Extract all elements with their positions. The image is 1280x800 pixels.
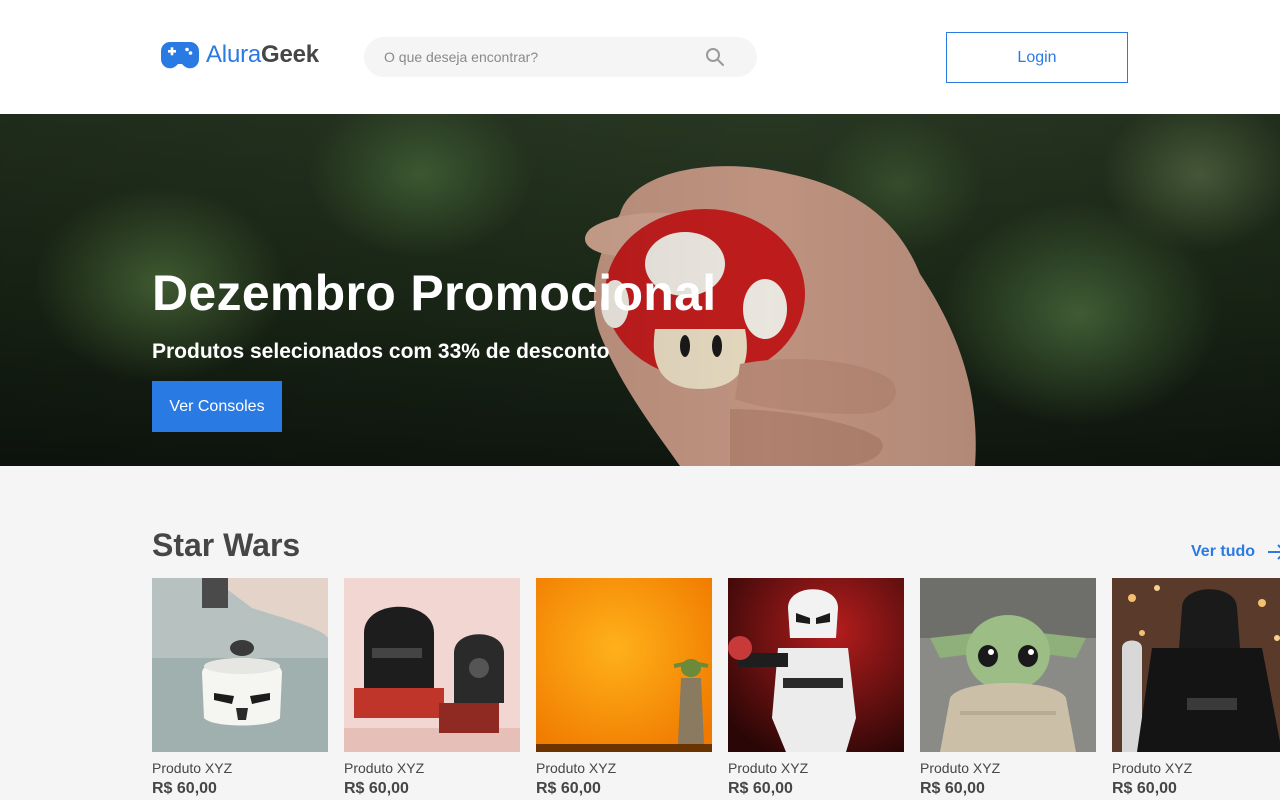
product-card[interactable]: Produto XYZ R$ 60,00 [1112,578,1280,798]
product-price: R$ 60,00 [152,780,217,797]
product-card[interactable]: Produto XYZ R$ 60,00 [152,578,328,798]
product-name: Produto XYZ [728,760,809,776]
see-all-label: Ver tudo [1191,543,1256,560]
product-price: R$ 60,00 [344,780,409,797]
gamepad-icon [160,42,200,69]
section-title: Star Wars [152,527,301,563]
view-consoles-button[interactable]: Ver Consoles [152,381,282,432]
product-image-stormtrooper-figure [728,578,904,752]
product-image-stormtrooper-mug [152,578,328,752]
product-price: R$ 60,00 [1112,780,1177,797]
logo-text: AluraGeek [206,41,319,69]
hero-title: Dezembro Promocional [152,265,717,321]
product-name: Produto XYZ [536,760,617,776]
product-price: R$ 60,00 [920,780,985,797]
search-icon[interactable] [705,47,725,67]
hero-banner: Dezembro Promocional Produtos selecionad… [0,114,1280,466]
logo[interactable]: AluraGeek [160,40,319,70]
site-header: AluraGeek Login [0,0,1280,114]
product-name: Produto XYZ [344,760,425,776]
logo-text-alura: Alura [206,41,262,68]
product-card[interactable]: Produto XYZ R$ 60,00 [920,578,1096,798]
product-price: R$ 60,00 [536,780,601,797]
product-list: Produto XYZ R$ 60,00 Produto XYZ R$ 60,0… [152,578,1280,798]
search-input[interactable] [384,49,737,65]
product-card[interactable]: Produto XYZ R$ 60,00 [536,578,712,798]
product-image-yoda-orange [536,578,712,752]
login-button[interactable]: Login [946,32,1128,83]
product-price: R$ 60,00 [728,780,793,797]
product-card[interactable]: Produto XYZ R$ 60,00 [344,578,520,798]
logo-text-geek: Geek [261,41,319,68]
product-name: Produto XYZ [1112,760,1193,776]
product-name: Produto XYZ [152,760,233,776]
arrow-right-icon [1268,544,1280,560]
product-image-lego-helmets [344,578,520,752]
product-card[interactable]: Produto XYZ R$ 60,00 [728,578,904,798]
see-all-link[interactable]: Ver tudo [1191,543,1280,561]
search-bar [364,37,757,77]
product-image-kylo-ren [1112,578,1280,752]
product-name: Produto XYZ [920,760,1001,776]
product-image-baby-yoda [920,578,1096,752]
hero-subtitle: Produtos selecionados com 33% de descont… [152,340,610,363]
